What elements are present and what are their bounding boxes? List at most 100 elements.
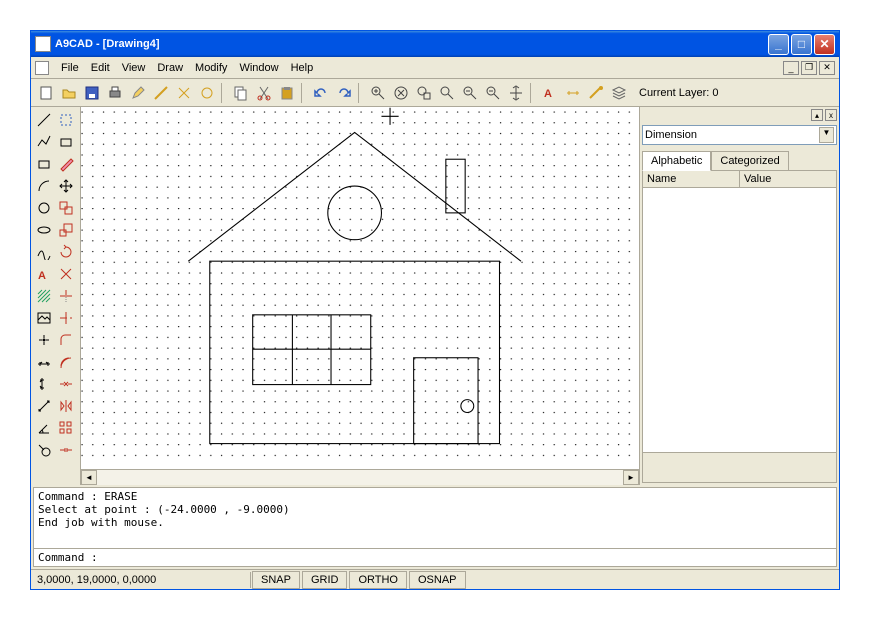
ellipse-tool[interactable]: [33, 219, 54, 240]
extend-tool[interactable]: [55, 307, 76, 328]
dropdown-icon[interactable]: ▼: [819, 127, 834, 143]
mdi-close-button[interactable]: ✕: [819, 61, 835, 75]
print-button[interactable]: [104, 82, 126, 104]
break-tool[interactable]: [55, 373, 76, 394]
zoom-in-button[interactable]: [367, 82, 389, 104]
property-description: [643, 452, 836, 482]
combo-value: Dimension: [645, 129, 819, 141]
arc-tool[interactable]: [33, 175, 54, 196]
circle-tool[interactable]: [33, 197, 54, 218]
svg-text:A: A: [544, 88, 552, 100]
new-button[interactable]: [35, 82, 57, 104]
properties-panel: ▴ x Dimension ▼ Alphabetic Categorized N…: [639, 107, 839, 485]
osnap-toggle[interactable]: OSNAP: [409, 571, 466, 589]
menu-help[interactable]: Help: [285, 60, 320, 76]
drawing-canvas[interactable]: [81, 107, 639, 469]
zoom-out-button[interactable]: [482, 82, 504, 104]
open-button[interactable]: [58, 82, 80, 104]
mirror-tool[interactable]: [55, 395, 76, 416]
spline-tool[interactable]: [33, 241, 54, 262]
join-tool[interactable]: [55, 439, 76, 460]
erase-tool[interactable]: [55, 153, 76, 174]
dimh-tool[interactable]: [33, 351, 54, 372]
maximize-button[interactable]: □: [791, 34, 812, 55]
hatch-tool[interactable]: [33, 285, 54, 306]
grid-toggle[interactable]: GRID: [302, 571, 348, 589]
polyline-tool[interactable]: [33, 131, 54, 152]
zoom-extent-button[interactable]: [390, 82, 412, 104]
pan-button[interactable]: [505, 82, 527, 104]
explode-tool[interactable]: [55, 263, 76, 284]
panel-close-button[interactable]: x: [825, 109, 837, 121]
undo-button[interactable]: [310, 82, 332, 104]
zoom-window-button[interactable]: [413, 82, 435, 104]
image-tool[interactable]: [33, 307, 54, 328]
line-style-button[interactable]: [585, 82, 607, 104]
cut-button[interactable]: [253, 82, 275, 104]
scroll-track[interactable]: [97, 470, 623, 485]
zoom-prev-button[interactable]: [459, 82, 481, 104]
minimize-button[interactable]: _: [768, 34, 789, 55]
col-value[interactable]: Value: [740, 171, 836, 187]
titlebar[interactable]: A9CAD - [Drawing4] _ □ ✕: [31, 31, 839, 57]
col-name[interactable]: Name: [643, 171, 740, 187]
measure-button[interactable]: [150, 82, 172, 104]
offset-tool[interactable]: [55, 351, 76, 372]
ortho-toggle[interactable]: ORTHO: [349, 571, 407, 589]
command-output[interactable]: Command : ERASE Select at point : (-24.0…: [34, 488, 836, 548]
coords-display: 3,0000, 19,0000, 0,0000: [31, 572, 251, 588]
paste-button[interactable]: [276, 82, 298, 104]
text-style-button[interactable]: A: [539, 82, 561, 104]
dimrad-tool[interactable]: [33, 439, 54, 460]
line-tool[interactable]: [33, 109, 54, 130]
object-type-combo[interactable]: Dimension ▼: [642, 125, 837, 145]
mdi-minimize-button[interactable]: _: [783, 61, 799, 75]
snap-toggle[interactable]: SNAP: [252, 571, 300, 589]
move-tool[interactable]: [55, 175, 76, 196]
array-tool[interactable]: [55, 417, 76, 438]
tool-button-2[interactable]: [196, 82, 218, 104]
pencil-button[interactable]: [127, 82, 149, 104]
close-button[interactable]: ✕: [814, 34, 835, 55]
menu-draw[interactable]: Draw: [151, 60, 189, 76]
menubar: File Edit View Draw Modify Window Help _…: [31, 57, 839, 79]
dimv-tool[interactable]: [33, 373, 54, 394]
scroll-left-button[interactable]: ◄: [81, 470, 97, 485]
menu-file[interactable]: File: [55, 60, 85, 76]
command-input[interactable]: Command :: [34, 548, 836, 566]
copy-button[interactable]: [230, 82, 252, 104]
rect2-tool[interactable]: [33, 153, 54, 174]
panel-pin-button[interactable]: ▴: [811, 109, 823, 121]
h-scrollbar[interactable]: ◄ ►: [81, 469, 639, 485]
select-tool[interactable]: [55, 109, 76, 130]
scroll-right-button[interactable]: ►: [623, 470, 639, 485]
fillet-tool[interactable]: [55, 329, 76, 350]
tab-alphabetic[interactable]: Alphabetic: [642, 151, 711, 171]
trim-tool[interactable]: [55, 285, 76, 306]
statusbar: 3,0000, 19,0000, 0,0000 SNAP GRID ORTHO …: [31, 569, 839, 589]
property-grid[interactable]: Name Value: [642, 170, 837, 483]
menu-modify[interactable]: Modify: [189, 60, 233, 76]
rotate-tool[interactable]: [55, 241, 76, 262]
canvas-area: ◄ ►: [81, 107, 639, 485]
main-window: A9CAD - [Drawing4] _ □ ✕ File Edit View …: [30, 30, 840, 590]
mdi-restore-button[interactable]: ❐: [801, 61, 817, 75]
menu-view[interactable]: View: [116, 60, 152, 76]
tool-button-1[interactable]: [173, 82, 195, 104]
copy-tool[interactable]: [55, 197, 76, 218]
tab-categorized[interactable]: Categorized: [711, 151, 788, 171]
dim-style-button[interactable]: [562, 82, 584, 104]
menu-window[interactable]: Window: [233, 60, 284, 76]
layers-button[interactable]: [608, 82, 630, 104]
zoom-all-button[interactable]: [436, 82, 458, 104]
rect-tool[interactable]: [55, 131, 76, 152]
menu-edit[interactable]: Edit: [85, 60, 116, 76]
redo-button[interactable]: [333, 82, 355, 104]
command-area: Command : ERASE Select at point : (-24.0…: [33, 487, 837, 567]
dimang-tool[interactable]: [33, 417, 54, 438]
dima-tool[interactable]: [33, 395, 54, 416]
scale-tool[interactable]: [55, 219, 76, 240]
save-button[interactable]: [81, 82, 103, 104]
text-tool[interactable]: A: [33, 263, 54, 284]
point-tool[interactable]: [33, 329, 54, 350]
